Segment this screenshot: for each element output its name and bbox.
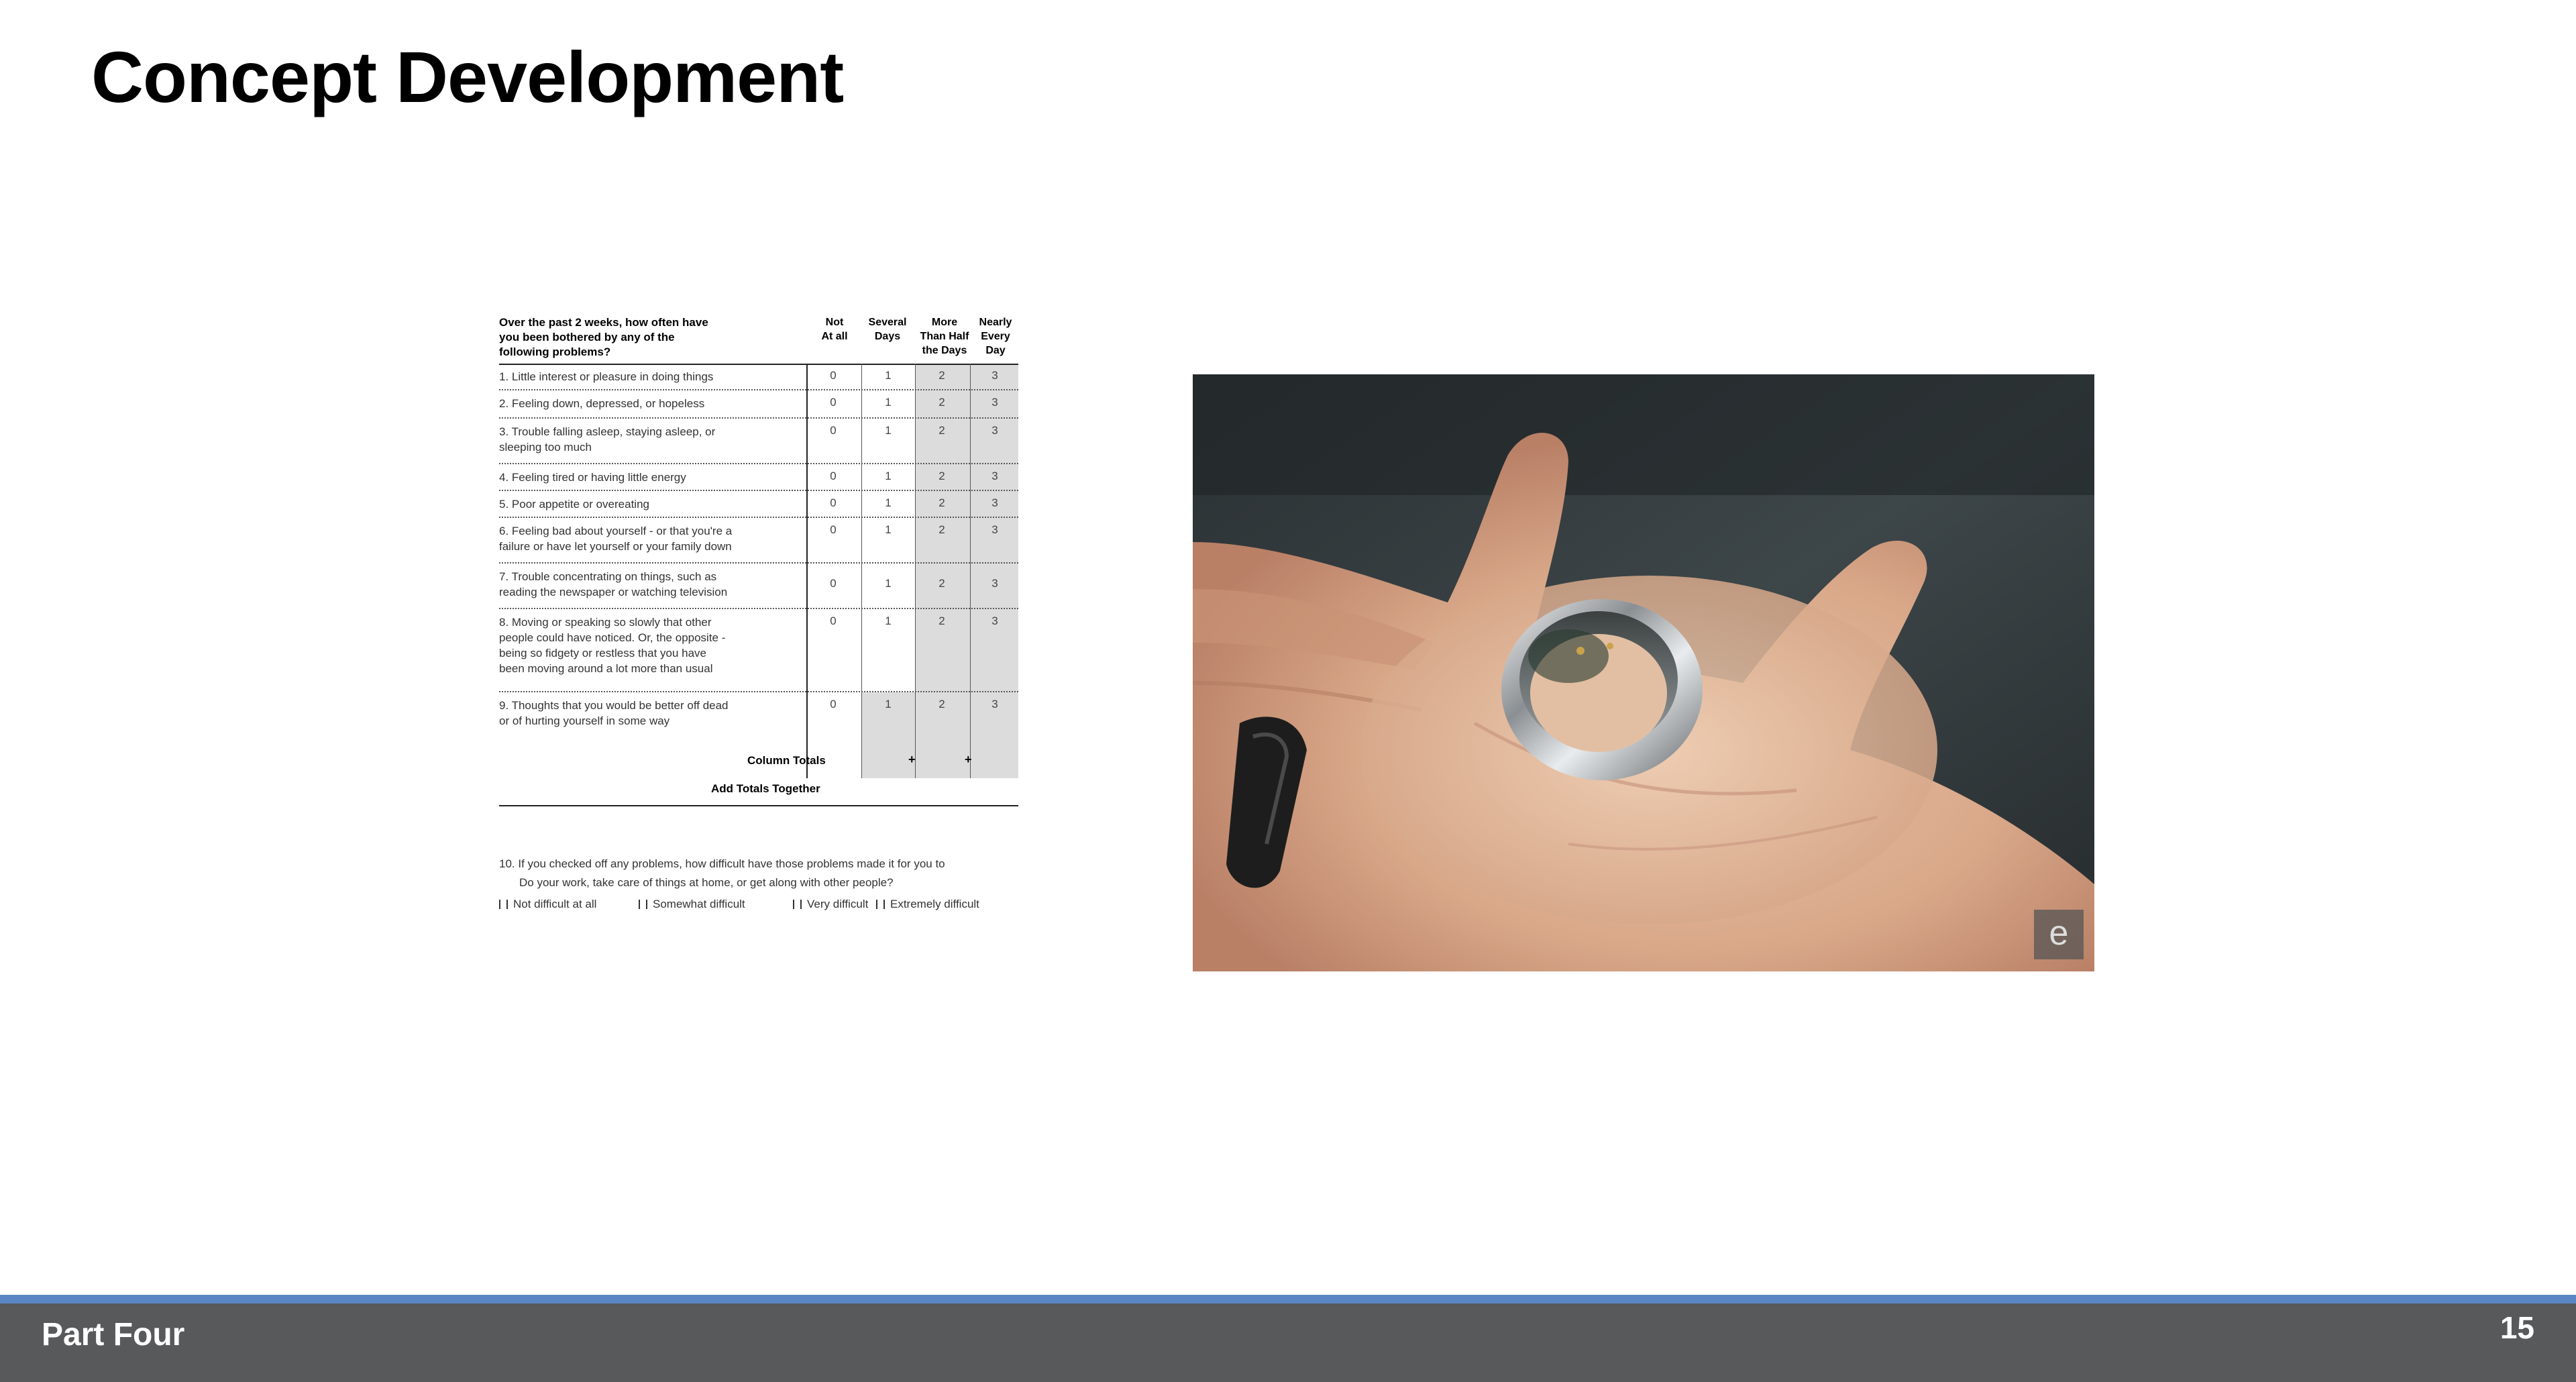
- score-cell: 2: [938, 523, 945, 536]
- question-text: 4. Feeling tired or having little energy: [499, 471, 686, 484]
- question-row: 3. Trouble falling asleep, staying aslee…: [499, 419, 1018, 464]
- score-cell: 2: [938, 424, 945, 437]
- questionnaire-image: Over the past 2 weeks, how often have yo…: [499, 313, 1018, 923]
- score-cell: 0: [830, 523, 837, 536]
- plus-sign: +: [965, 753, 972, 766]
- questionnaire-table: 1. Little interest or pleasure in doing …: [499, 364, 1018, 778]
- score-cell: 1: [885, 496, 892, 509]
- question-row: 5. Poor appetite or overeating 0 1 2 3: [499, 491, 1018, 518]
- question-row: 9. Thoughts that you would be better off…: [499, 692, 1018, 741]
- score-cell: 2: [938, 496, 945, 509]
- questionnaire-header: Over the past 2 weeks, how often have yo…: [499, 313, 1018, 364]
- question-text: 6. Feeling bad about yourself - or that …: [499, 525, 733, 553]
- score-cell: 1: [885, 523, 892, 536]
- score-cell: 1: [885, 577, 892, 590]
- score-cell: 0: [830, 496, 837, 509]
- footer-accent-line: [0, 1295, 2576, 1304]
- totals-rule: [499, 805, 1018, 806]
- footer-section-label: Part Four: [42, 1317, 185, 1352]
- smart-ring-photo: e: [1193, 374, 2094, 971]
- score-cell: 3: [991, 369, 998, 382]
- score-cell: 3: [991, 615, 998, 627]
- column-header-more-than-half: More Than Half the Days: [920, 317, 969, 356]
- page-number: 15: [2500, 1310, 2534, 1345]
- score-cell: 3: [991, 496, 998, 509]
- followup-line: Do your work, take care of things at hom…: [519, 876, 894, 889]
- question-row: 2. Feeling down, depressed, or hopeless …: [499, 390, 1018, 419]
- checkbox-icon: [499, 900, 508, 909]
- score-cell: 0: [830, 369, 837, 382]
- question-row: 7. Trouble concentrating on things, such…: [499, 564, 1018, 609]
- score-cell: 1: [885, 369, 892, 382]
- score-cell: 2: [938, 369, 945, 382]
- question-text: 8. Moving or speaking so slowly that oth…: [499, 616, 726, 675]
- difficulty-option: Very difficult: [793, 898, 868, 911]
- score-cell: 2: [938, 396, 945, 409]
- score-cell: 2: [938, 615, 945, 627]
- question-text: 5. Poor appetite or overeating: [499, 498, 649, 511]
- score-cell: 0: [830, 698, 837, 710]
- column-totals-label: Column Totals: [747, 754, 826, 767]
- question-row: 6. Feeling bad about yourself - or that …: [499, 518, 1018, 564]
- score-cell: 1: [885, 698, 892, 710]
- score-cell: 2: [938, 470, 945, 482]
- footer-bar: [0, 1304, 2576, 1382]
- questionnaire-prompt: Over the past 2 weeks, how often have yo…: [499, 316, 708, 358]
- add-totals-label: Add Totals Together: [711, 782, 820, 795]
- score-cell: 3: [991, 577, 998, 590]
- photo-watermark: e: [2049, 914, 2069, 953]
- score-cell: 2: [938, 577, 945, 590]
- score-cell: 0: [830, 396, 837, 409]
- column-header-several-days: Several Days: [868, 317, 907, 342]
- score-cell: 1: [885, 615, 892, 627]
- score-cell: 1: [885, 470, 892, 482]
- checkbox-icon: [639, 900, 647, 909]
- question-text: 3. Trouble falling asleep, staying aslee…: [499, 425, 716, 454]
- score-cell: 0: [830, 577, 837, 590]
- question-text: 2. Feeling down, depressed, or hopeless: [499, 397, 705, 410]
- column-header-not-at-all: Not At all: [821, 317, 848, 342]
- difficulty-option: Not difficult at all: [499, 898, 596, 911]
- score-cell: 1: [885, 396, 892, 409]
- question-text: 9. Thoughts that you would be better off…: [499, 699, 729, 727]
- question-row: 1. Little interest or pleasure in doing …: [499, 364, 1018, 390]
- checkbox-icon: [793, 900, 802, 909]
- question-text: 1. Little interest or pleasure in doing …: [499, 370, 714, 383]
- difficulty-option: Extremely difficult: [876, 898, 979, 911]
- checkbox-icon: [876, 900, 885, 909]
- score-cell: 0: [830, 615, 837, 627]
- score-cell: 3: [991, 523, 998, 536]
- difficulty-option: Somewhat difficult: [639, 898, 745, 911]
- question-row: 4. Feeling tired or having little energy…: [499, 464, 1018, 491]
- score-cell: 3: [991, 698, 998, 710]
- question-row: 8. Moving or speaking so slowly that oth…: [499, 609, 1018, 692]
- score-cell: 3: [991, 424, 998, 437]
- score-cell: 1: [885, 424, 892, 437]
- followup-line: 10. If you checked off any problems, how…: [499, 857, 945, 870]
- question-text: 7. Trouble concentrating on things, such…: [499, 570, 728, 598]
- followup-question: 10. If you checked off any problems, how…: [499, 855, 1018, 892]
- column-header-nearly-every-day: Nearly Every Day: [979, 317, 1012, 356]
- slide-title: Concept Development: [91, 36, 844, 117]
- score-cell: 2: [938, 698, 945, 710]
- score-cell: 3: [991, 470, 998, 482]
- score-cell: 0: [830, 424, 837, 437]
- score-cell: 0: [830, 470, 837, 482]
- score-cell: 3: [991, 396, 998, 409]
- plus-sign: +: [908, 753, 916, 766]
